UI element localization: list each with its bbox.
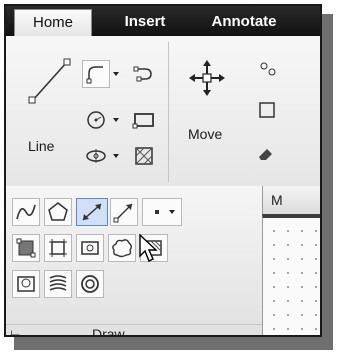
rectangle-button[interactable] [130, 106, 158, 134]
move-label: Move [188, 126, 223, 142]
polyline-button[interactable] [82, 60, 110, 88]
ellipse-dropdown[interactable] [112, 152, 120, 160]
pin-icon[interactable]: ⊢ [10, 328, 20, 335]
rectangle-icon [132, 113, 154, 129]
panel-divider [168, 42, 169, 182]
drawing-canvas[interactable] [262, 214, 320, 335]
polyline-dropdown[interactable] [112, 70, 120, 78]
line-button[interactable] [20, 46, 80, 116]
arc-button[interactable] [130, 60, 158, 88]
boundary-button[interactable] [44, 234, 72, 262]
region-icon [16, 238, 36, 258]
boundary-region-icon [17, 276, 35, 292]
point-icon [155, 210, 175, 214]
ribbon-window: Home Insert Annotate Line Move ⊢ Draw M [4, 4, 322, 337]
erase-button[interactable] [254, 138, 278, 166]
wipeout-icon [81, 241, 99, 255]
helix-button[interactable] [44, 270, 72, 298]
panel-footer-divider [6, 324, 262, 325]
region-button[interactable] [12, 234, 40, 262]
move-button[interactable] [182, 50, 232, 106]
hatch-icon [135, 147, 153, 165]
construction-line-icon [82, 203, 102, 221]
draw-panel-title[interactable]: Draw [92, 326, 125, 335]
copy-button[interactable] [254, 56, 278, 84]
construction-line-button[interactable] [76, 198, 108, 226]
polygon-button[interactable] [44, 198, 72, 226]
polyline-icon [86, 66, 103, 84]
mouse-cursor [139, 233, 163, 269]
copy-icon [260, 62, 276, 76]
ellipse-button[interactable] [82, 142, 110, 170]
stretch-button[interactable] [254, 96, 278, 124]
hatch-button[interactable] [130, 142, 158, 170]
point-button[interactable] [142, 198, 182, 226]
move-icon [189, 60, 225, 96]
spline-icon [16, 204, 36, 220]
table-button[interactable] [12, 270, 40, 298]
circle-icon [87, 111, 105, 129]
model-tab[interactable]: M [262, 186, 320, 214]
arc-icon [133, 66, 152, 82]
ray-button[interactable] [110, 198, 138, 226]
revision-cloud-icon [112, 239, 132, 258]
tab-insert[interactable]: Insert [106, 9, 184, 36]
revision-cloud-button[interactable] [108, 234, 136, 262]
donut-icon [81, 275, 99, 293]
ray-icon [113, 203, 133, 223]
circle-dropdown[interactable] [112, 116, 120, 124]
ellipse-icon [86, 149, 106, 163]
ribbon-panel: Line Move [6, 36, 320, 186]
polygon-icon [48, 202, 68, 221]
spline-button[interactable] [12, 198, 40, 226]
donut-button[interactable] [76, 270, 104, 298]
circle-button[interactable] [82, 106, 110, 134]
helix-icon [49, 275, 67, 291]
wipeout-button[interactable] [76, 234, 104, 262]
eraser-icon [259, 149, 272, 160]
arrow-cursor-icon [139, 233, 158, 262]
stretch-icon [259, 102, 275, 118]
line-label: Line [28, 138, 55, 154]
tab-annotate[interactable]: Annotate [194, 9, 294, 36]
line-icon [28, 58, 71, 104]
boundary-icon [49, 239, 67, 257]
ribbon-tab-bar: Home Insert Annotate [6, 6, 320, 36]
tab-home[interactable]: Home [14, 9, 92, 36]
